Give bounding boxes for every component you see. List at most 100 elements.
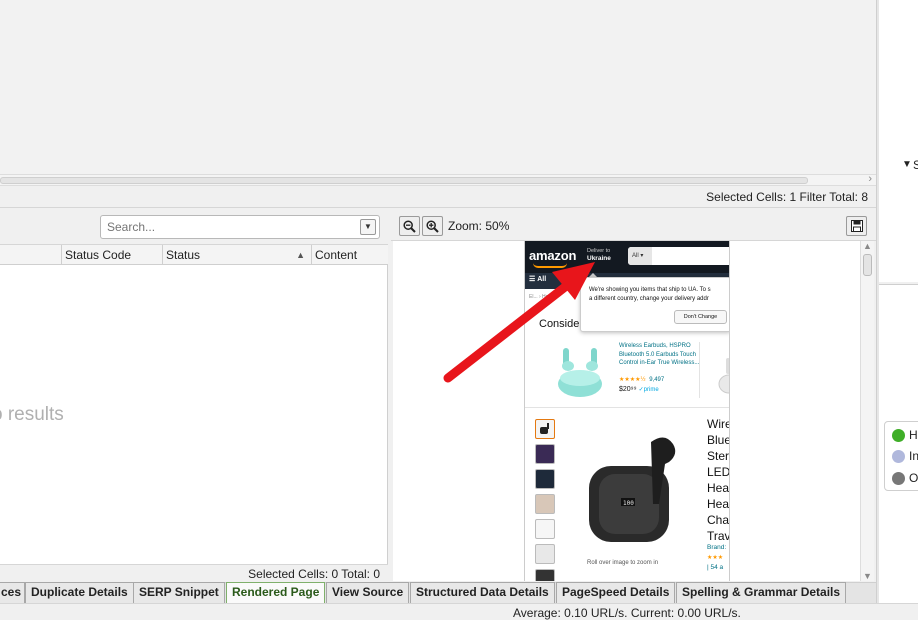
column-header-content[interactable]: Content xyxy=(311,245,388,265)
category-label: All xyxy=(632,253,639,259)
product-brand: Brand: xyxy=(707,544,727,551)
top-status-bar: Selected Cells: 1 Filter Total: 8 xyxy=(0,186,876,208)
save-button[interactable] xyxy=(846,216,867,236)
amazon-search-bar: All ▾ xyxy=(628,247,729,265)
product-thumbnail xyxy=(535,419,555,439)
svg-text:100: 100 xyxy=(623,500,634,507)
column-header-label: Status xyxy=(166,248,201,262)
product-thumbnail xyxy=(535,569,555,581)
scrollbar-thumb[interactable] xyxy=(863,254,872,276)
tab-pagespeed-details[interactable]: PageSpeed Details xyxy=(556,582,676,603)
card-divider xyxy=(699,342,700,398)
product-title-line: Ster xyxy=(707,449,730,463)
earbuds-product-image xyxy=(558,348,602,397)
scroll-right-icon[interactable]: › xyxy=(868,173,872,185)
star-rating-icon: ★★★★½ xyxy=(619,377,646,383)
tree-expand-icon[interactable]: ▼ xyxy=(902,159,912,170)
chart-legend: H In O xyxy=(884,421,918,491)
crawl-speed-status: Average: 0.10 URL/s. Current: 0.00 URL/s… xyxy=(513,606,741,620)
tab-view-source[interactable]: View Source xyxy=(326,582,410,603)
sponsored-product-card: Wireless Earbuds, HSPRO Bluetooth 5.0 Ea… xyxy=(525,336,729,408)
search-field[interactable]: ▼ xyxy=(100,215,380,239)
tab-rendered-page[interactable]: Rendered Page xyxy=(226,582,326,603)
amazon-breadcrumb: El... › Hea... xyxy=(529,294,556,300)
deliver-to-label: Deliver to xyxy=(587,248,611,254)
table-header: Status Code Status ▲ Content xyxy=(0,245,388,265)
column-header-status-code[interactable]: Status Code xyxy=(61,245,162,265)
amazon-header: amazon Deliver to Ukraine All ▾ xyxy=(525,241,729,273)
product-title-line: Trav xyxy=(707,529,730,543)
save-icon xyxy=(850,220,863,232)
product-title-line: Cha xyxy=(707,513,730,527)
prime-badge: ✓prime xyxy=(638,387,659,393)
chevron-down-icon[interactable]: ▼ xyxy=(360,219,376,235)
legend-label: O xyxy=(909,471,918,485)
ship-to-popover: We're showing you items that ship to UA.… xyxy=(580,277,729,332)
product-thumbnail xyxy=(535,469,555,489)
legend-item: H xyxy=(892,427,918,443)
scroll-up-icon[interactable]: ▲ xyxy=(863,241,872,251)
tree-item-label[interactable]: S xyxy=(913,158,918,172)
legend-item: In xyxy=(892,448,918,464)
earbud-thumbnail-image xyxy=(540,423,549,434)
vertical-scrollbar[interactable]: ▲ ▼ xyxy=(860,241,874,581)
tab-structured-data-details[interactable]: Structured Data Details xyxy=(410,582,555,603)
search-input[interactable] xyxy=(107,219,355,235)
legend-label: H xyxy=(909,428,918,442)
legend-item: O xyxy=(892,470,918,486)
legend-dot xyxy=(892,449,905,463)
product-title-line: Blue xyxy=(707,433,730,447)
second-earbuds-image xyxy=(718,358,729,394)
sponsored-product-title: Wireless Earbuds, HSPRO Bluetooth 5.0 Ea… xyxy=(619,343,700,366)
amazon-search-category: All ▾ xyxy=(628,247,652,265)
popover-line: a different country, change your deliver… xyxy=(589,296,709,302)
main-product-image: 100 xyxy=(589,437,676,542)
amazon-consider-heading: Conside xyxy=(539,318,580,330)
tab-duplicate-details[interactable]: Duplicate Details xyxy=(25,582,134,603)
overview-panel xyxy=(879,0,918,282)
tab-serp-snippet[interactable]: SERP Snippet xyxy=(133,582,225,603)
deliver-to-country: Ukraine xyxy=(587,255,611,262)
dont-change-button: Don't Change xyxy=(674,310,727,324)
selected-cells-status: Selected Cells: 1 Filter Total: 8 xyxy=(706,190,868,204)
price-value: $20⁹⁹ xyxy=(619,386,637,393)
zoom-in-button[interactable] xyxy=(422,216,443,236)
deliver-to-location: Deliver to Ukraine xyxy=(587,248,611,263)
product-title-line: Hea xyxy=(707,497,730,511)
sponsored-product-rating: ★★★★½ 9,497 xyxy=(619,376,664,383)
amazon-logo: amazon xyxy=(529,248,577,263)
nav-all-label: All xyxy=(537,276,547,283)
zoom-out-icon xyxy=(403,219,416,233)
sort-up-icon[interactable]: ▲ xyxy=(296,245,305,265)
table-count-status: Selected Cells: 0 Total: 0 xyxy=(248,567,380,581)
review-count: 9,497 xyxy=(649,377,665,383)
product-title-line: Hea xyxy=(707,481,730,495)
scrollbar-thumb[interactable] xyxy=(0,177,808,184)
product-thumbnail xyxy=(535,544,555,564)
tab-spelling-grammar-details[interactable]: Spelling & Grammar Details xyxy=(676,582,847,603)
horizontal-scrollbar[interactable]: › xyxy=(0,173,876,186)
legend-dot xyxy=(892,471,905,485)
product-title-line: LED xyxy=(707,465,730,479)
roll-over-hint: Roll over image to zoom in xyxy=(587,560,659,566)
review-count: | 54 a xyxy=(707,564,724,571)
zoom-in-icon xyxy=(426,219,439,233)
tab-ces[interactable]: ces xyxy=(0,582,25,603)
table-footer: Selected Cells: 0 Total: 0 xyxy=(0,564,388,582)
rendered-page-screenshot: amazon Deliver to Ukraine All ▾ ☰ All El… xyxy=(524,241,730,581)
popover-message: We're showing you items that ship to UA.… xyxy=(589,286,729,304)
product-thumbnail xyxy=(535,519,555,539)
popover-line: We're showing you items that ship to UA.… xyxy=(589,287,711,293)
scroll-down-icon[interactable]: ▼ xyxy=(863,571,872,581)
zoom-level: Zoom: 50% xyxy=(448,219,510,233)
empty-state-text: o results xyxy=(0,404,64,425)
product-thumbnail xyxy=(535,494,555,514)
main-table-area xyxy=(0,0,876,174)
legend-dot xyxy=(892,428,905,442)
column-header-blank[interactable] xyxy=(0,245,61,265)
zoom-out-button[interactable] xyxy=(399,216,420,236)
column-header-status[interactable]: Status ▲ xyxy=(162,245,311,265)
product-thumbnail xyxy=(535,444,555,464)
star-rating-icon: ★★★ xyxy=(707,555,724,561)
product-title-line: Wire xyxy=(707,417,730,431)
